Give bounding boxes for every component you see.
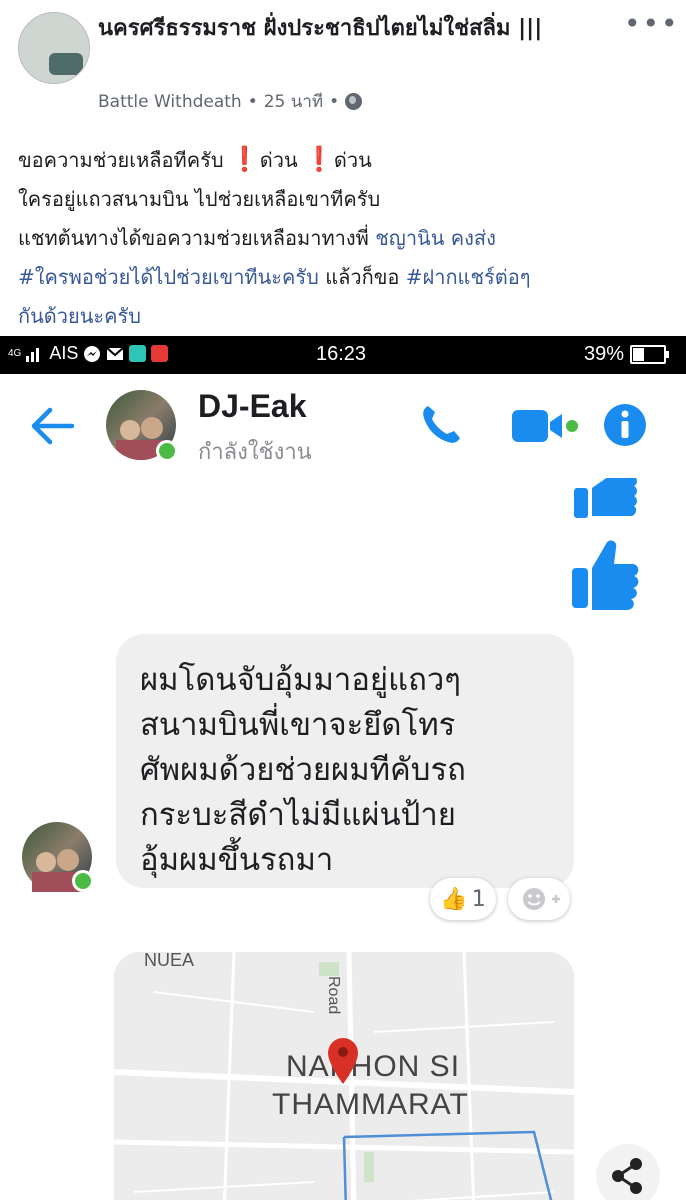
message-bubble[interactable]: ผมโดนจับอุ้มมาอยู่แถวๆ สนามบินพี่เขาจะยึ… [116,634,574,888]
avatar-car-image [49,53,83,75]
exclamation-icon: ❗ [229,145,260,173]
facebook-post: นครศรีธรรมราช ฝั่งประชาธิปไตยไม่ใช่สลิ่ม… [0,0,686,336]
battery-status: 39% [584,343,670,366]
thumbs-up-sticker-icon [574,478,637,518]
post-meta: Battle Withdeath • 25 นาที • [98,88,363,115]
contact-name[interactable]: DJ-Eak [198,388,307,425]
app-notification-icon [129,345,147,362]
reaction-summary[interactable]: 👍 1 [430,878,496,920]
post-text: ด่วน [333,148,372,172]
missed-call-icon [151,345,169,362]
info-icon[interactable] [602,402,648,448]
group-avatar[interactable] [18,12,90,84]
thumbs-up-sticker-icon [572,540,639,610]
share-button[interactable] [596,1144,660,1200]
map-label-city: THAMMARAT [272,1088,469,1121]
add-emoji-icon [523,888,560,910]
hashtag-link[interactable]: กันด้วยนะครับ [18,297,673,336]
battery-percent: 39% [584,343,625,365]
post-line-2: ใครอยู่แถวสนามบิน ไปช่วยเหลือเขาทีครับ [18,187,381,211]
post-text: ขอความช่วยเหลือทีครับ [18,148,224,172]
add-reaction-button[interactable] [508,878,570,920]
hashtag-link[interactable]: #ใครพอช่วยได้ไปช่วยเขาทีนะครับ [18,265,319,289]
post-line-4: #ใครพอช่วยได้ไปช่วยเขาทีนะครับ แล้วก็ขอ … [18,258,673,297]
map-label-city: NAKHON SI [286,1050,461,1083]
more-options-icon[interactable]: ••• [624,10,680,38]
thumbs-up-reaction-icon: 👍 [440,886,468,912]
messenger-header: DJ-Eak กำลังใช้งาน [0,374,686,478]
video-call-icon[interactable] [510,406,582,446]
group-name[interactable]: นครศรีธรรมราช ฝั่งประชาธิปไตยไม่ใช่สลิ่ม… [98,14,618,44]
status-time: 16:23 [316,343,367,365]
post-line-3: แชทต้นทางได้ขอความช่วยเหลือมาทางพี่ ชญาน… [18,219,673,258]
network-type: 4G [8,347,22,359]
post-text: แล้วก็ขอ [325,265,400,289]
post-author[interactable]: Battle Withdeath [98,92,242,112]
mail-icon [106,346,125,360]
status-bar: 4G AIS 16:23 39% [0,336,686,374]
globe-icon [345,93,363,110]
post-line-1: ขอความช่วยเหลือทีครับ ❗ด่วน ❗ด่วน [18,140,673,180]
contact-status: กำลังใช้งาน [198,440,312,465]
post-text: ด่วน [259,148,298,172]
back-arrow-icon[interactable] [28,404,76,448]
online-indicator [72,870,94,892]
post-text: แชทต้นทางได้ขอความช่วยเหลือมาทางพี่ [18,226,369,250]
phone-call-icon[interactable] [418,402,464,448]
exclamation-icon: ❗ [304,145,334,173]
reaction-count: 1 [471,886,486,912]
signal-icon [26,347,40,362]
meta-separator: • [329,91,340,112]
status-left: 4G AIS [8,343,169,364]
share-icon [612,1158,642,1194]
meta-separator: • [247,91,258,112]
post-body: ขอความช่วยเหลือทีครับ ❗ด่วน ❗ด่วน ใครอยู… [18,140,673,336]
location-map[interactable]: NUEA Road NAKHON SI THAMMARAT [114,952,574,1200]
map-pin-icon [328,1038,358,1084]
hashtag-link[interactable]: #ฝากแชร์ต่อๆ [406,265,531,289]
battery-icon [630,345,670,364]
online-indicator [156,440,178,462]
carrier-name: AIS [49,343,79,363]
message-text: ผมโดนจับอุ้มมาอยู่แถวๆ สนามบินพี่เขาจะยึ… [140,662,466,878]
chat-area: ผมโดนจับอุ้มมาอยู่แถวๆ สนามบินพี่เขาจะยึ… [0,478,686,1200]
messenger-notification-icon [84,345,101,362]
mention-link[interactable]: ชญานิน คงส่ง [375,226,496,250]
map-label-nuea: NUEA [144,952,195,970]
post-time[interactable]: 25 นาที [264,88,323,115]
map-label-road: Road [325,976,342,1015]
